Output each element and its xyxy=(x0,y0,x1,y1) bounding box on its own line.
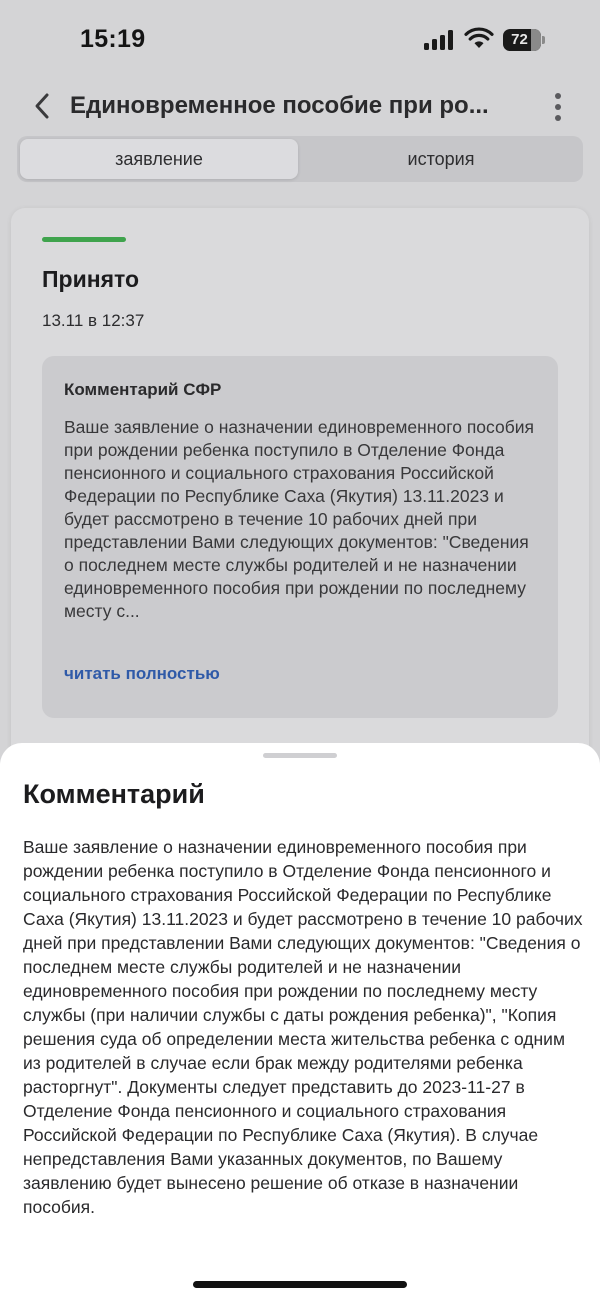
status-date: 13.11 в 12:37 xyxy=(42,311,145,330)
segmented-tabs: заявление история xyxy=(17,136,583,182)
comment-preview-text: Ваше заявление о назначении единовременн… xyxy=(64,417,534,621)
chevron-left-icon xyxy=(35,93,49,119)
status-time: 15:19 xyxy=(80,25,146,53)
battery-icon: 72 xyxy=(503,29,545,51)
wifi-icon xyxy=(464,27,494,49)
more-options-button[interactable] xyxy=(546,92,570,122)
sheet-drag-handle[interactable] xyxy=(263,753,337,758)
battery-level: 72 xyxy=(511,31,528,48)
status-title: Принято xyxy=(42,266,140,292)
sfr-comment-box: Комментарий СФР Ваше заявление о назначе… xyxy=(42,356,558,718)
application-status-card: Принято 13.11 в 12:37 Комментарий СФР Ва… xyxy=(11,208,589,768)
comment-title: Комментарий СФР xyxy=(64,380,222,399)
cellular-signal-icon xyxy=(424,30,456,50)
comment-bottom-sheet: Комментарий Ваше заявление о назначении … xyxy=(0,743,600,1300)
tab-history[interactable]: история xyxy=(302,139,580,179)
read-more-link[interactable]: читать полностью xyxy=(64,664,220,684)
status-indicator-bar xyxy=(42,237,126,242)
tab-application[interactable]: заявление xyxy=(20,139,298,179)
status-bar: 15:19 72 xyxy=(0,0,600,80)
more-vertical-icon xyxy=(555,93,561,99)
app-header: Единовременное пособие при ро... xyxy=(0,80,600,132)
home-indicator[interactable] xyxy=(193,1281,407,1288)
page-title: Единовременное пособие при ро... xyxy=(70,92,489,119)
back-button[interactable] xyxy=(28,90,58,122)
sheet-title: Комментарий xyxy=(23,779,205,809)
sheet-comment-text: Ваше заявление о назначении единовременн… xyxy=(23,837,583,1217)
